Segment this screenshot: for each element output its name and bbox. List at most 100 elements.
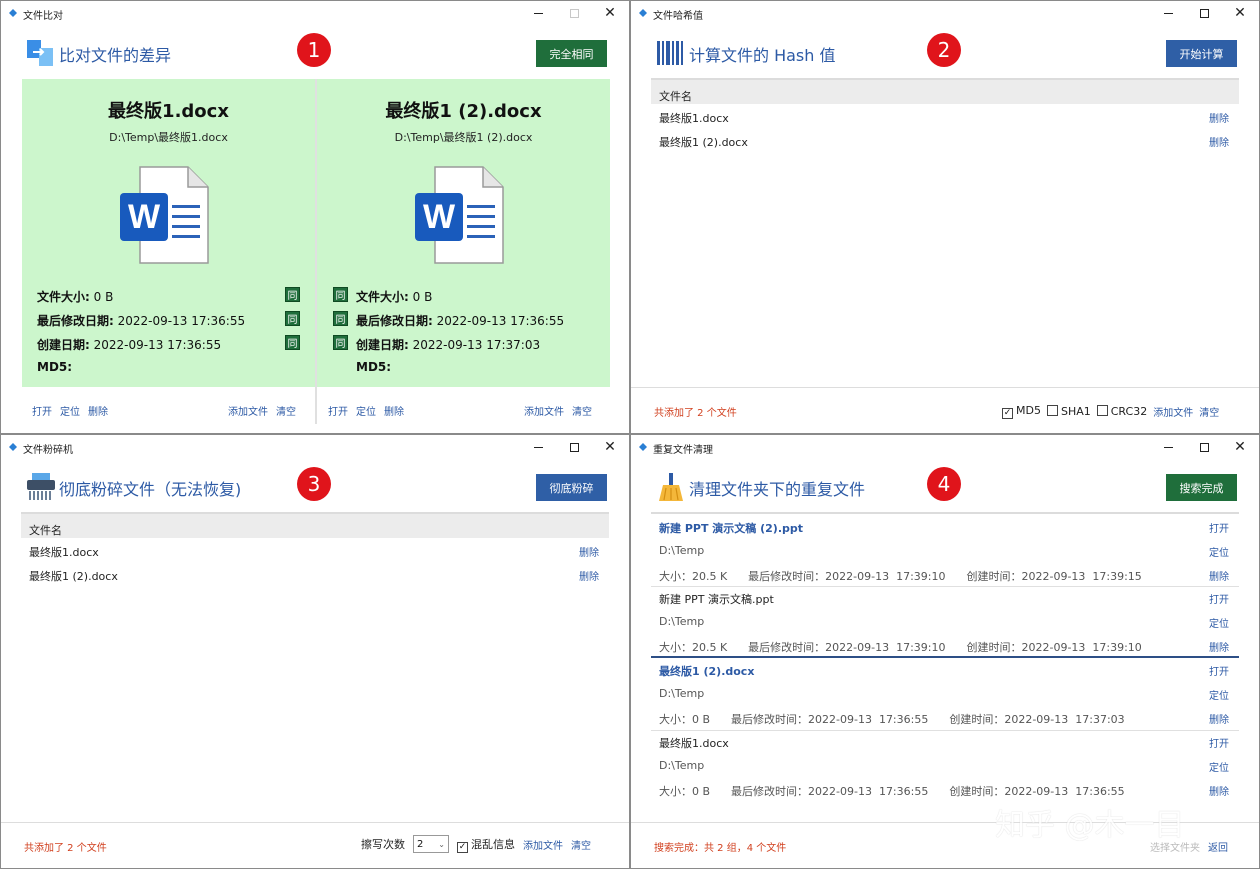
maximize-button[interactable] [559, 3, 589, 23]
locate-link[interactable]: 定位 [356, 403, 376, 418]
sha1-checkbox[interactable]: SHA1 [1046, 405, 1091, 418]
delete-link[interactable]: 删除 [88, 403, 108, 418]
passes-select[interactable]: 2 ⌄ [413, 835, 449, 853]
close-button[interactable]: ✕ [595, 3, 625, 23]
group-divider [651, 656, 1239, 658]
close-button[interactable]: ✕ [1225, 437, 1255, 457]
column-header-filename: 文件名 [21, 512, 609, 538]
check-icon: ✓ [1002, 408, 1013, 419]
clear-link[interactable]: 清空 [276, 403, 296, 418]
delete-link[interactable]: 删除 [579, 544, 599, 559]
window-title: 文件哈希值 [653, 11, 703, 22]
delete-link[interactable]: 删除 [1209, 783, 1229, 798]
file-name: 最终版1.docx [29, 546, 99, 559]
clear-link[interactable]: 清空 [571, 837, 591, 852]
file-meta: 大小：20.5 K 最后修改时间：2022-09-13 17:39:10 创建时… [659, 570, 1142, 583]
list-item[interactable]: 最终版1.docx 删除 [651, 105, 1239, 129]
locate-link[interactable]: 定位 [1209, 544, 1229, 559]
open-link[interactable]: 打开 [1209, 520, 1229, 535]
locate-link[interactable]: 定位 [1209, 615, 1229, 630]
divider [651, 512, 1239, 514]
file-name: 新建 PPT 演示文稿 (2).ppt [659, 522, 804, 535]
shred-button[interactable]: 彻底粉碎 [536, 474, 607, 501]
delete-link[interactable]: 删除 [384, 403, 404, 418]
maximize-button[interactable] [1189, 3, 1219, 23]
file-path: D:\Temp\最终版1 (2).docx [394, 131, 533, 144]
locate-link[interactable]: 定位 [60, 403, 80, 418]
minimize-button[interactable] [1153, 437, 1183, 457]
add-file-link[interactable]: 添加文件 [523, 837, 563, 852]
left-file-pane[interactable]: 最终版1.docx D:\Temp\最终版1.docx W 文件大小: 0 B … [22, 79, 315, 387]
app-icon [9, 443, 17, 451]
duplicate-item[interactable]: 最终版1 (2).docx D:\Temp 大小：0 B 最后修改时间：2022… [651, 659, 1239, 731]
broom-icon [659, 473, 683, 501]
scramble-checkbox[interactable]: ✓ 混乱信息 [457, 836, 515, 853]
minimize-button[interactable] [523, 3, 553, 23]
minimize-button[interactable] [523, 437, 553, 457]
locate-link[interactable]: 定位 [1209, 687, 1229, 702]
same-badge: 同 [333, 287, 348, 302]
delete-link[interactable]: 删除 [1209, 711, 1229, 726]
file-name: 最终版1 (2).docx [659, 665, 755, 678]
list-item[interactable]: 最终版1.docx 删除 [21, 539, 609, 563]
delete-link[interactable]: 删除 [1209, 110, 1229, 125]
add-file-link[interactable]: 添加文件 [524, 403, 564, 418]
start-calc-button[interactable]: 开始计算 [1166, 40, 1237, 67]
duplicate-item[interactable]: 最终版1.docx D:\Temp 大小：0 B 最后修改时间：2022-09-… [651, 731, 1239, 803]
same-badge: 同 [333, 335, 348, 350]
file-meta: 大小：20.5 K 最后修改时间：2022-09-13 17:39:10 创建时… [659, 641, 1142, 654]
created-row: 创建日期: 2022-09-13 17:37:03 [356, 338, 541, 352]
modified-row: 最后修改日期: 2022-09-13 17:36:55 [356, 314, 565, 328]
barcode-icon [657, 41, 683, 65]
identical-button[interactable]: 完全相同 [536, 40, 607, 67]
step-badge: 4 [927, 467, 961, 501]
md5-checkbox[interactable]: ✓ MD5 [1002, 404, 1041, 419]
list-item[interactable]: 最终版1 (2).docx 删除 [651, 129, 1239, 153]
clear-link[interactable]: 清空 [1199, 404, 1219, 419]
delete-link[interactable]: 删除 [1209, 568, 1229, 583]
maximize-button[interactable] [1189, 437, 1219, 457]
duplicate-item[interactable]: 新建 PPT 演示文稿 (2).ppt D:\Temp 大小：20.5 K 最后… [651, 515, 1239, 587]
close-button[interactable]: ✕ [1225, 3, 1255, 23]
duplicate-item[interactable]: 新建 PPT 演示文稿.ppt D:\Temp 大小：20.5 K 最后修改时间… [651, 587, 1239, 659]
page-title: 清理文件夹下的重复文件 [689, 480, 866, 499]
step-badge: 3 [297, 467, 331, 501]
open-link[interactable]: 打开 [1209, 663, 1229, 678]
same-badge: 同 [285, 287, 300, 302]
search-done-button[interactable]: 搜索完成 [1166, 474, 1237, 501]
step-badge: 2 [927, 33, 961, 67]
file-path: D:\Temp [659, 544, 705, 557]
footer: 共添加了 2 个文件 擦写次数 2 ⌄ ✓ 混乱信息 添加文件 清空 [1, 822, 629, 868]
open-link[interactable]: 打开 [32, 403, 52, 418]
back-link[interactable]: 返回 [1208, 839, 1228, 854]
locate-link[interactable]: 定位 [1209, 759, 1229, 774]
list-item[interactable]: 最终版1 (2).docx 删除 [21, 563, 609, 587]
chevron-down-icon: ⌄ [438, 839, 445, 849]
close-button[interactable]: ✕ [595, 437, 625, 457]
delete-link[interactable]: 删除 [1209, 639, 1229, 654]
open-link[interactable]: 打开 [1209, 591, 1229, 606]
minimize-button[interactable] [1153, 3, 1183, 23]
open-link[interactable]: 打开 [328, 403, 348, 418]
passes-label: 擦写次数 [361, 838, 405, 851]
hash-window: 文件哈希值 ✕ 计算文件的 Hash 值 2 开始计算 文件名 最终版1.doc… [630, 0, 1260, 434]
delete-link[interactable]: 删除 [1209, 134, 1229, 149]
file-name: 最终版1.docx [659, 112, 729, 125]
compare-window: 文件比对 ✕ 比对文件的差异 1 完全相同 最终版1.docx D:\Temp\… [0, 0, 630, 434]
delete-link[interactable]: 删除 [579, 568, 599, 583]
file-path: D:\Temp [659, 687, 705, 700]
crc32-checkbox[interactable]: CRC32 [1096, 405, 1147, 418]
right-file-pane[interactable]: 最终版1 (2).docx D:\Temp\最终版1 (2).docx W 同 … [317, 79, 610, 387]
status-text: 搜索完成：共 2 组，4 个文件 [654, 843, 787, 854]
size-row: 文件大小: 0 B [37, 290, 114, 304]
md5-row: MD5: [37, 360, 73, 374]
open-link[interactable]: 打开 [1209, 735, 1229, 750]
app-icon [9, 9, 17, 17]
file-name: 新建 PPT 演示文稿.ppt [659, 593, 774, 606]
clear-link[interactable]: 清空 [572, 403, 592, 418]
footer: 打开 定位 删除 添加文件 清空 打开 定位 删除 添加文件 清空 [1, 387, 629, 433]
add-file-link[interactable]: 添加文件 [228, 403, 268, 418]
maximize-button[interactable] [559, 437, 589, 457]
page-title: 比对文件的差异 [59, 46, 172, 65]
add-file-link[interactable]: 添加文件 [1153, 404, 1193, 419]
